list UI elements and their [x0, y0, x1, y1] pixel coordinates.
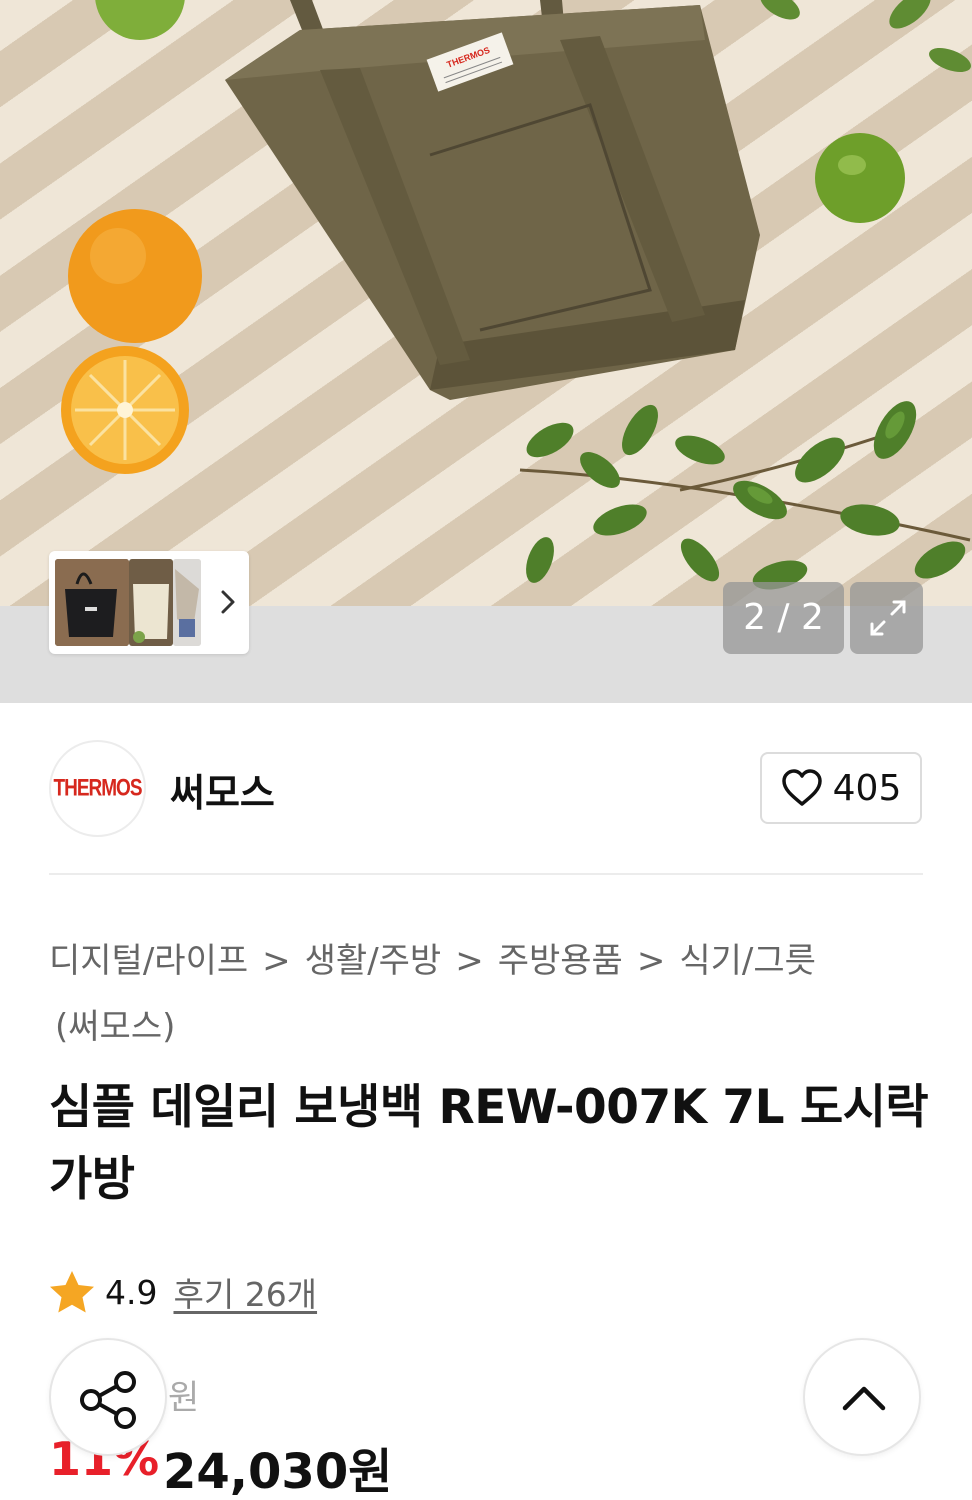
product-image-gallery[interactable]: THERMOS 2 / 2: [0, 0, 972, 703]
breadcrumb-item-tableware[interactable]: 식기/그릇: [679, 941, 816, 981]
expand-icon: [870, 600, 906, 636]
breadcrumb-item-digital-life[interactable]: 디지털/라이프: [49, 941, 248, 981]
like-button[interactable]: 405: [760, 752, 922, 824]
image-counter: 2 / 2: [723, 582, 844, 654]
thumbnail-black-bag[interactable]: [55, 559, 129, 646]
brand-name-link[interactable]: 써모스: [170, 762, 275, 817]
original-price: 원: [168, 1378, 200, 1418]
breadcrumb-item-kitchenware[interactable]: 주방용품: [498, 941, 623, 981]
breadcrumb-brand-suffix[interactable]: (써모스): [55, 992, 175, 1062]
scroll-to-top-button[interactable]: [803, 1338, 921, 1456]
breadcrumb-separator: >: [262, 941, 291, 981]
brand-logo[interactable]: THERMOS: [49, 740, 146, 837]
share-button[interactable]: [49, 1338, 167, 1456]
breadcrumb-separator: >: [455, 941, 484, 981]
breadcrumb-item-living-kitchen[interactable]: 생활/주방: [305, 941, 442, 981]
thumbnail-strip[interactable]: [49, 551, 249, 654]
divider: [49, 873, 923, 875]
thumbnail-beige-bag[interactable]: [129, 559, 173, 646]
rating-score: 4.9: [105, 1272, 158, 1312]
share-icon: [80, 1371, 136, 1429]
chevron-up-icon: [842, 1386, 886, 1411]
product-photo[interactable]: THERMOS: [0, 0, 972, 606]
like-count: 405: [832, 767, 902, 809]
product-title: 심플 데일리 보냉백 REW-007K 7L 도시락 가방: [49, 1080, 929, 1207]
star-icon: [50, 1271, 94, 1313]
chevron-right-icon[interactable]: [215, 587, 241, 617]
rating-summary: 4.9 후기 26개: [49, 1266, 317, 1318]
brand-logo-text: THERMOS: [53, 774, 143, 801]
thumbnail-lifestyle[interactable]: [173, 559, 201, 646]
review-count-link[interactable]: 후기 26개: [173, 1268, 317, 1316]
expand-button[interactable]: [850, 582, 923, 654]
breadcrumb-separator: >: [636, 941, 666, 981]
sale-price: 24,030원: [163, 1444, 393, 1500]
heart-outline-icon: [781, 769, 822, 806]
